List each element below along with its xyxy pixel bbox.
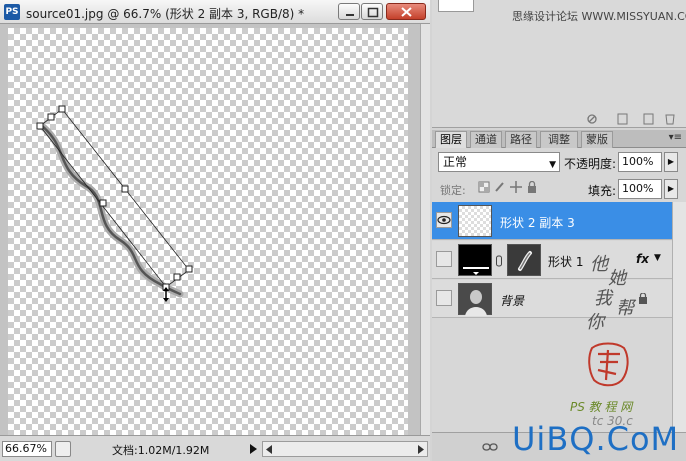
panel-tab-bar: 图层 通道 路径 调整 蒙版 ▾≡ — [432, 130, 686, 148]
blend-mode-value: 正常 — [443, 155, 468, 169]
lock-all-icon[interactable] — [526, 181, 538, 193]
shape-stroke-outline — [38, 122, 184, 298]
tab-channels[interactable]: 通道 — [470, 131, 502, 148]
document-window: PS source01.jpg @ 66.7% (形状 2 副本 3, RGB/… — [0, 0, 430, 461]
status-menu-arrow-icon[interactable] — [246, 441, 260, 457]
fill-label: 填充: — [588, 184, 617, 198]
transform-handle[interactable] — [121, 185, 129, 193]
transform-handle[interactable] — [173, 273, 181, 281]
transform-bounding-box — [39, 108, 190, 288]
top-watermark-text: 思缘设计论坛 WWW.MISSYUAN.COM — [512, 10, 686, 23]
upper-panel-action-icons[interactable] — [582, 112, 682, 126]
scroll-left-icon[interactable] — [265, 445, 273, 454]
calligraphy-watermark: 他 她 我 你 帮 — [586, 250, 646, 340]
minimize-icon — [346, 14, 354, 16]
photoshop-app-icon: PS — [4, 4, 20, 20]
zoom-field[interactable]: 66.67% — [2, 441, 52, 457]
layers-scrollbar[interactable] — [672, 202, 686, 452]
close-icon — [401, 7, 412, 17]
tab-masks[interactable]: 蒙版 — [581, 131, 613, 148]
scroll-right-icon[interactable] — [417, 445, 425, 454]
visibility-toggle[interactable] — [436, 251, 452, 267]
layer-thumbnail — [458, 244, 492, 276]
layer-name[interactable]: 形状 2 副本 3 — [500, 214, 575, 231]
red-seal-stamp-icon — [588, 342, 629, 387]
upper-panel: 思缘设计论坛 WWW.MISSYUAN.COM — [432, 0, 686, 128]
layer-row[interactable]: 形状 1 fx ▼ — [432, 241, 686, 279]
transform-handle[interactable] — [58, 105, 66, 113]
tab-paths[interactable]: 路径 — [505, 131, 537, 148]
watermark-char: 帮 — [616, 298, 634, 319]
chevron-down-icon: ▼ — [549, 160, 556, 170]
transform-handle[interactable] — [47, 113, 55, 121]
document-size-text: 文档:1.02M/1.92M — [112, 444, 210, 457]
ps-tutorial-watermark: PS 教 程 网 — [570, 400, 633, 414]
visibility-toggle[interactable] — [436, 212, 452, 228]
layer-name[interactable]: 背景 — [500, 292, 524, 309]
close-button[interactable] — [386, 3, 426, 20]
layer-row[interactable]: 背景 — [432, 280, 686, 318]
panel-preview-swatch — [438, 0, 474, 12]
minimize-button[interactable] — [338, 3, 360, 20]
watermark-char: 你 — [586, 312, 604, 333]
expand-effects-icon[interactable]: ▼ — [654, 253, 661, 263]
visibility-toggle[interactable] — [436, 290, 452, 306]
eye-icon — [437, 215, 451, 225]
transform-handle[interactable] — [185, 265, 193, 273]
layer-row[interactable]: 形状 2 副本 3 — [432, 202, 686, 240]
blend-mode-select[interactable]: 正常 ▼ — [438, 152, 560, 172]
transform-handle[interactable] — [99, 199, 107, 207]
lock-pixels-icon[interactable] — [494, 181, 506, 193]
tab-layers[interactable]: 图层 — [435, 131, 467, 148]
link-layers-icon[interactable] — [482, 441, 498, 453]
transparent-canvas[interactable] — [8, 28, 408, 440]
layer-name[interactable]: 形状 1 — [548, 253, 583, 270]
watermark-char: 我 — [594, 288, 612, 309]
maximize-button[interactable] — [361, 3, 383, 20]
layers-panel: 图层 通道 路径 调整 蒙版 ▾≡ 正常 ▼ 不透明度: 100% ▶ 锁定: … — [432, 130, 686, 461]
brand-watermark: UiBQ.CoM — [512, 420, 680, 458]
maximize-icon — [367, 7, 379, 18]
opacity-label: 不透明度: — [564, 157, 617, 171]
layer-thumbnail — [458, 205, 492, 237]
status-info-icon[interactable] — [55, 441, 71, 457]
document-titlebar[interactable]: PS source01.jpg @ 66.7% (形状 2 副本 3, RGB/… — [0, 0, 430, 24]
horizontal-scrollbar[interactable] — [262, 441, 428, 457]
photo-thumbnail-icon — [465, 290, 487, 316]
fill-slider-button[interactable]: ▶ — [664, 179, 678, 199]
status-bar: 66.67% 文档:1.02M/1.92M — [0, 435, 430, 461]
vertical-scrollbar[interactable] — [420, 24, 430, 435]
watermark-char: 他 — [590, 254, 608, 275]
document-title: source01.jpg @ 66.7% (形状 2 副本 3, RGB/8) … — [26, 7, 305, 21]
vector-mask-thumbnail — [507, 244, 541, 276]
layer-thumbnail — [458, 283, 492, 316]
fill-field[interactable]: 100% — [618, 179, 662, 199]
opacity-field[interactable]: 100% — [618, 152, 662, 172]
lock-transparency-icon[interactable] — [478, 181, 490, 193]
tab-adjustments[interactable]: 调整 — [540, 131, 578, 148]
link-mask-icon[interactable] — [495, 255, 503, 267]
lock-label: 锁定: — [440, 184, 466, 197]
right-panel-dock: 思缘设计论坛 WWW.MISSYUAN.COM 图层 通道 路径 调整 蒙版 ▾… — [432, 0, 686, 461]
lock-position-icon[interactable] — [510, 181, 522, 193]
shape-mask-icon — [518, 251, 532, 271]
panel-menu-icon[interactable]: ▾≡ — [669, 132, 682, 143]
opacity-slider-button[interactable]: ▶ — [664, 152, 678, 172]
transform-handle[interactable] — [36, 122, 44, 130]
free-transform-box[interactable] — [8, 28, 408, 440]
fill-indicator-icon — [463, 267, 489, 275]
canvas-area[interactable] — [0, 24, 420, 440]
